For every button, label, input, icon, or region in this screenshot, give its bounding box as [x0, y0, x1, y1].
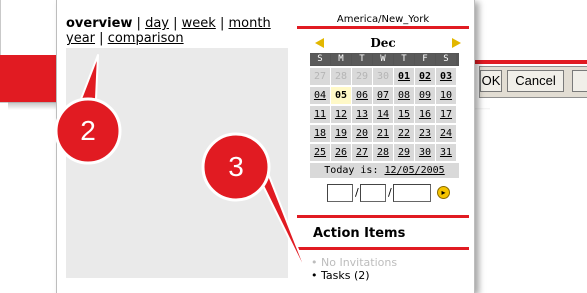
triangle-right-icon[interactable]	[452, 38, 461, 48]
calendar-day-outside-month: 28	[331, 68, 351, 85]
action-items-divider	[297, 247, 469, 250]
calendar-week: 27 28 29 30 01 02 03	[310, 68, 459, 85]
calendar-day-outside-month: 29	[352, 68, 372, 85]
today-label: Today is:	[324, 165, 379, 176]
ok-button[interactable]: OK	[480, 70, 502, 92]
mini-calendar: S M T W T F S 27 28 29 30 01 02 03 04 05…	[310, 53, 459, 178]
month-label: Dec	[370, 36, 396, 50]
calendar-day[interactable]: 04	[310, 87, 330, 104]
cancel-button[interactable]: Cancel	[507, 70, 564, 92]
nav-separator: |	[136, 16, 141, 31]
calendar-day[interactable]: 19	[331, 125, 351, 142]
nav-separator: |	[99, 31, 104, 46]
calendar-day[interactable]: 29	[394, 144, 414, 161]
action-item-tasks[interactable]: • Tasks (2)	[311, 269, 469, 282]
action-item-invitations: • No Invitations	[311, 256, 469, 269]
calendar-day[interactable]: 20	[352, 125, 372, 142]
calendar-day[interactable]: 14	[373, 106, 393, 123]
calendar-day[interactable]: 27	[352, 144, 372, 161]
nav-link-comparison[interactable]: comparison	[108, 31, 184, 46]
today-indicator: Today is: 12/05/2005	[310, 163, 459, 178]
calendar-day[interactable]: 28	[373, 144, 393, 161]
calendar-day[interactable]: 23	[415, 125, 435, 142]
timezone-label: America/New_York	[336, 14, 430, 25]
calendar-day[interactable]: 24	[436, 125, 456, 142]
calendar-day[interactable]: 18	[310, 125, 330, 142]
calendar-day-today[interactable]: 05	[331, 87, 351, 104]
calendar-day[interactable]: 10	[436, 87, 456, 104]
calendar-sidebar: America/New_York Dec S M T W T F S 27 28…	[297, 14, 469, 282]
calendar-day[interactable]: 17	[436, 106, 456, 123]
date-separator: /	[388, 186, 392, 199]
calendar-day-outside-month: 27	[310, 68, 330, 85]
date-separator: /	[355, 186, 359, 199]
year-input[interactable]	[393, 184, 431, 202]
calendar-day[interactable]: 15	[394, 106, 414, 123]
calendar-day[interactable]: 25	[310, 144, 330, 161]
calendar-day-outside-month: 30	[373, 68, 393, 85]
calendar-week: 11 12 13 14 15 16 17	[310, 106, 459, 123]
calendar-week: 04 05 06 07 08 09 10	[310, 87, 459, 104]
weekday-label: W	[373, 54, 393, 65]
calendar-day[interactable]: 16	[415, 106, 435, 123]
calendar-day[interactable]: 31	[436, 144, 456, 161]
calendar-day[interactable]: 21	[373, 125, 393, 142]
nav-link-week[interactable]: week	[182, 16, 216, 31]
today-date-link[interactable]: 12/05/2005	[385, 165, 445, 176]
date-jump-form: / / ▸	[327, 184, 469, 204]
calendar-day[interactable]: 26	[331, 144, 351, 161]
calendar-day[interactable]: 01	[394, 68, 414, 85]
nav-link-year[interactable]: year	[66, 31, 95, 46]
weekday-header: S M T W T F S	[310, 53, 459, 66]
month-header: Dec	[297, 35, 469, 53]
weekday-label: M	[331, 54, 351, 65]
dialog-button-row: OK Cancel	[479, 66, 587, 98]
day-input[interactable]	[360, 184, 386, 202]
timezone-divider	[297, 26, 469, 29]
month-input[interactable]	[327, 184, 353, 202]
calendar-window: overview | day | week | month year | com…	[56, 0, 475, 293]
bullet-icon: •	[311, 256, 318, 269]
calendar-day[interactable]: 22	[394, 125, 414, 142]
action-item-label: No Invitations	[321, 256, 398, 269]
weekday-label: F	[415, 54, 435, 65]
calendar-day[interactable]: 06	[352, 87, 372, 104]
action-items-title: Action Items	[313, 226, 406, 241]
partial-button[interactable]	[572, 70, 587, 92]
weekday-label: T	[394, 54, 414, 65]
action-item-label[interactable]: Tasks (2)	[321, 269, 370, 282]
weekday-label: S	[436, 54, 456, 65]
calendar-day[interactable]: 09	[415, 87, 435, 104]
calendar-day[interactable]: 08	[394, 87, 414, 104]
weekday-label: T	[352, 54, 372, 65]
nav-separator: |	[219, 16, 225, 31]
calendar-day[interactable]: 03	[436, 68, 456, 85]
calendar-day[interactable]: 11	[310, 106, 330, 123]
section-divider	[297, 215, 469, 218]
view-nav: overview | day | week | month year | com…	[66, 16, 286, 46]
nav-separator: |	[173, 16, 178, 31]
go-arrow-icon[interactable]: ▸	[437, 186, 450, 199]
background-red-line	[468, 60, 587, 64]
nav-link-month[interactable]: month	[229, 16, 271, 31]
calendar-day[interactable]: 07	[373, 87, 393, 104]
calendar-week: 18 19 20 21 22 23 24	[310, 125, 459, 142]
calendar-day[interactable]: 30	[415, 144, 435, 161]
calendar-day[interactable]: 12	[331, 106, 351, 123]
nav-link-day[interactable]: day	[145, 16, 169, 31]
weekday-label: S	[310, 54, 330, 65]
action-items-list: • No Invitations • Tasks (2)	[311, 256, 469, 282]
calendar-day[interactable]: 02	[415, 68, 435, 85]
nav-overview-current: overview	[66, 16, 133, 31]
overview-content-pane	[66, 48, 288, 278]
calendar-day[interactable]: 13	[352, 106, 372, 123]
bullet-icon: •	[311, 269, 318, 282]
calendar-week: 25 26 27 28 29 30 31	[310, 144, 459, 161]
